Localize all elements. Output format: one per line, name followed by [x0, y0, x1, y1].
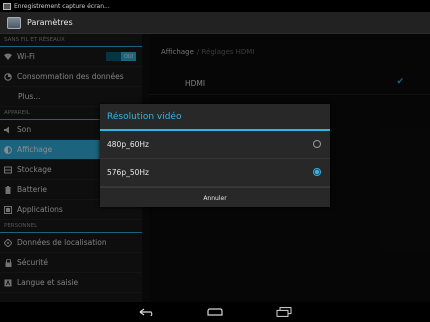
radio-button-unselected[interactable] [313, 140, 321, 148]
settings-app-icon[interactable] [7, 16, 21, 29]
navigation-bar [0, 302, 430, 322]
cancel-button[interactable]: Annuler [100, 187, 330, 208]
resolution-option-label: 576p_50Hz [107, 168, 149, 177]
resolution-option[interactable]: 480p_60Hz [100, 131, 330, 159]
back-icon[interactable] [139, 307, 155, 317]
page-title: Paramètres [27, 18, 73, 27]
cancel-button-label: Annuler [203, 194, 227, 202]
status-notification-text: Enregistrement capture écran... [14, 2, 110, 10]
recents-icon[interactable] [276, 307, 292, 317]
video-resolution-dialog: Résolution vidéo 480p_60Hz 576p_50Hz Ann… [100, 104, 330, 207]
action-bar: Paramètres [0, 12, 430, 34]
home-icon[interactable] [207, 307, 223, 317]
dialog-title: Résolution vidéo [100, 104, 330, 131]
resolution-option-label: 480p_60Hz [107, 140, 149, 149]
screenshot-notification-icon [3, 2, 11, 10]
resolution-option[interactable]: 576p_50Hz [100, 159, 330, 187]
radio-button-selected[interactable] [313, 168, 321, 176]
status-bar: Enregistrement capture écran... [0, 0, 430, 12]
